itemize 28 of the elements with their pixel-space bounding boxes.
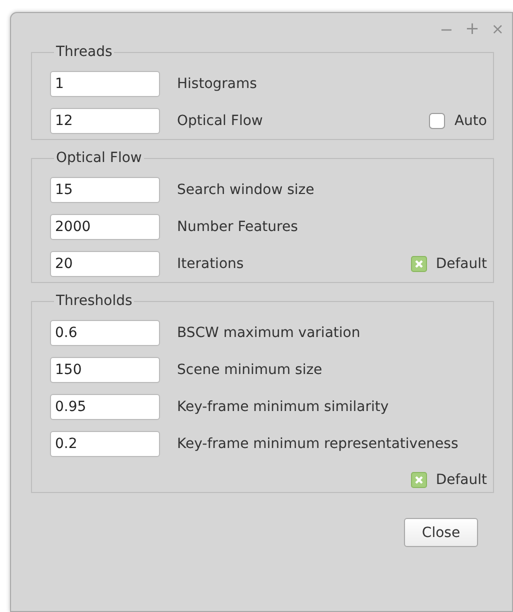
- checkbox-label: Auto: [454, 113, 487, 129]
- checkbox[interactable]: [410, 256, 427, 272]
- close-button[interactable]: Close: [404, 518, 478, 547]
- field-label: Histograms: [177, 76, 258, 92]
- checkbox[interactable]: [429, 113, 446, 129]
- checkbox-label: Default: [436, 256, 487, 272]
- input-field[interactable]: 15: [50, 177, 160, 203]
- checkbox-label: Default: [436, 472, 487, 488]
- field-label: Iterations: [177, 256, 245, 272]
- field-label: BSCW maximum variation: [177, 325, 362, 341]
- input-field[interactable]: 0.95: [50, 394, 160, 420]
- input-field[interactable]: 20: [50, 251, 160, 277]
- field-label: Search window size: [177, 182, 316, 198]
- field-label: Key-frame minimum similarity: [177, 399, 390, 415]
- field-label: Number Features: [177, 219, 299, 235]
- field-label: Key-frame minimum representativeness: [177, 436, 460, 452]
- group-title: Threads: [55, 44, 114, 60]
- field-label: Optical Flow: [177, 113, 264, 129]
- input-field[interactable]: 1: [50, 71, 160, 97]
- field-label: Scene minimum size: [177, 362, 324, 378]
- input-field[interactable]: 150: [50, 357, 160, 383]
- group-title: Optical Flow: [55, 150, 143, 166]
- checkbox[interactable]: [410, 472, 427, 488]
- input-field[interactable]: 12: [50, 108, 160, 134]
- input-field[interactable]: 0.2: [50, 431, 160, 457]
- group-title: Thresholds: [55, 293, 134, 309]
- input-field[interactable]: 2000: [50, 214, 160, 240]
- input-field[interactable]: 0.6: [50, 320, 160, 346]
